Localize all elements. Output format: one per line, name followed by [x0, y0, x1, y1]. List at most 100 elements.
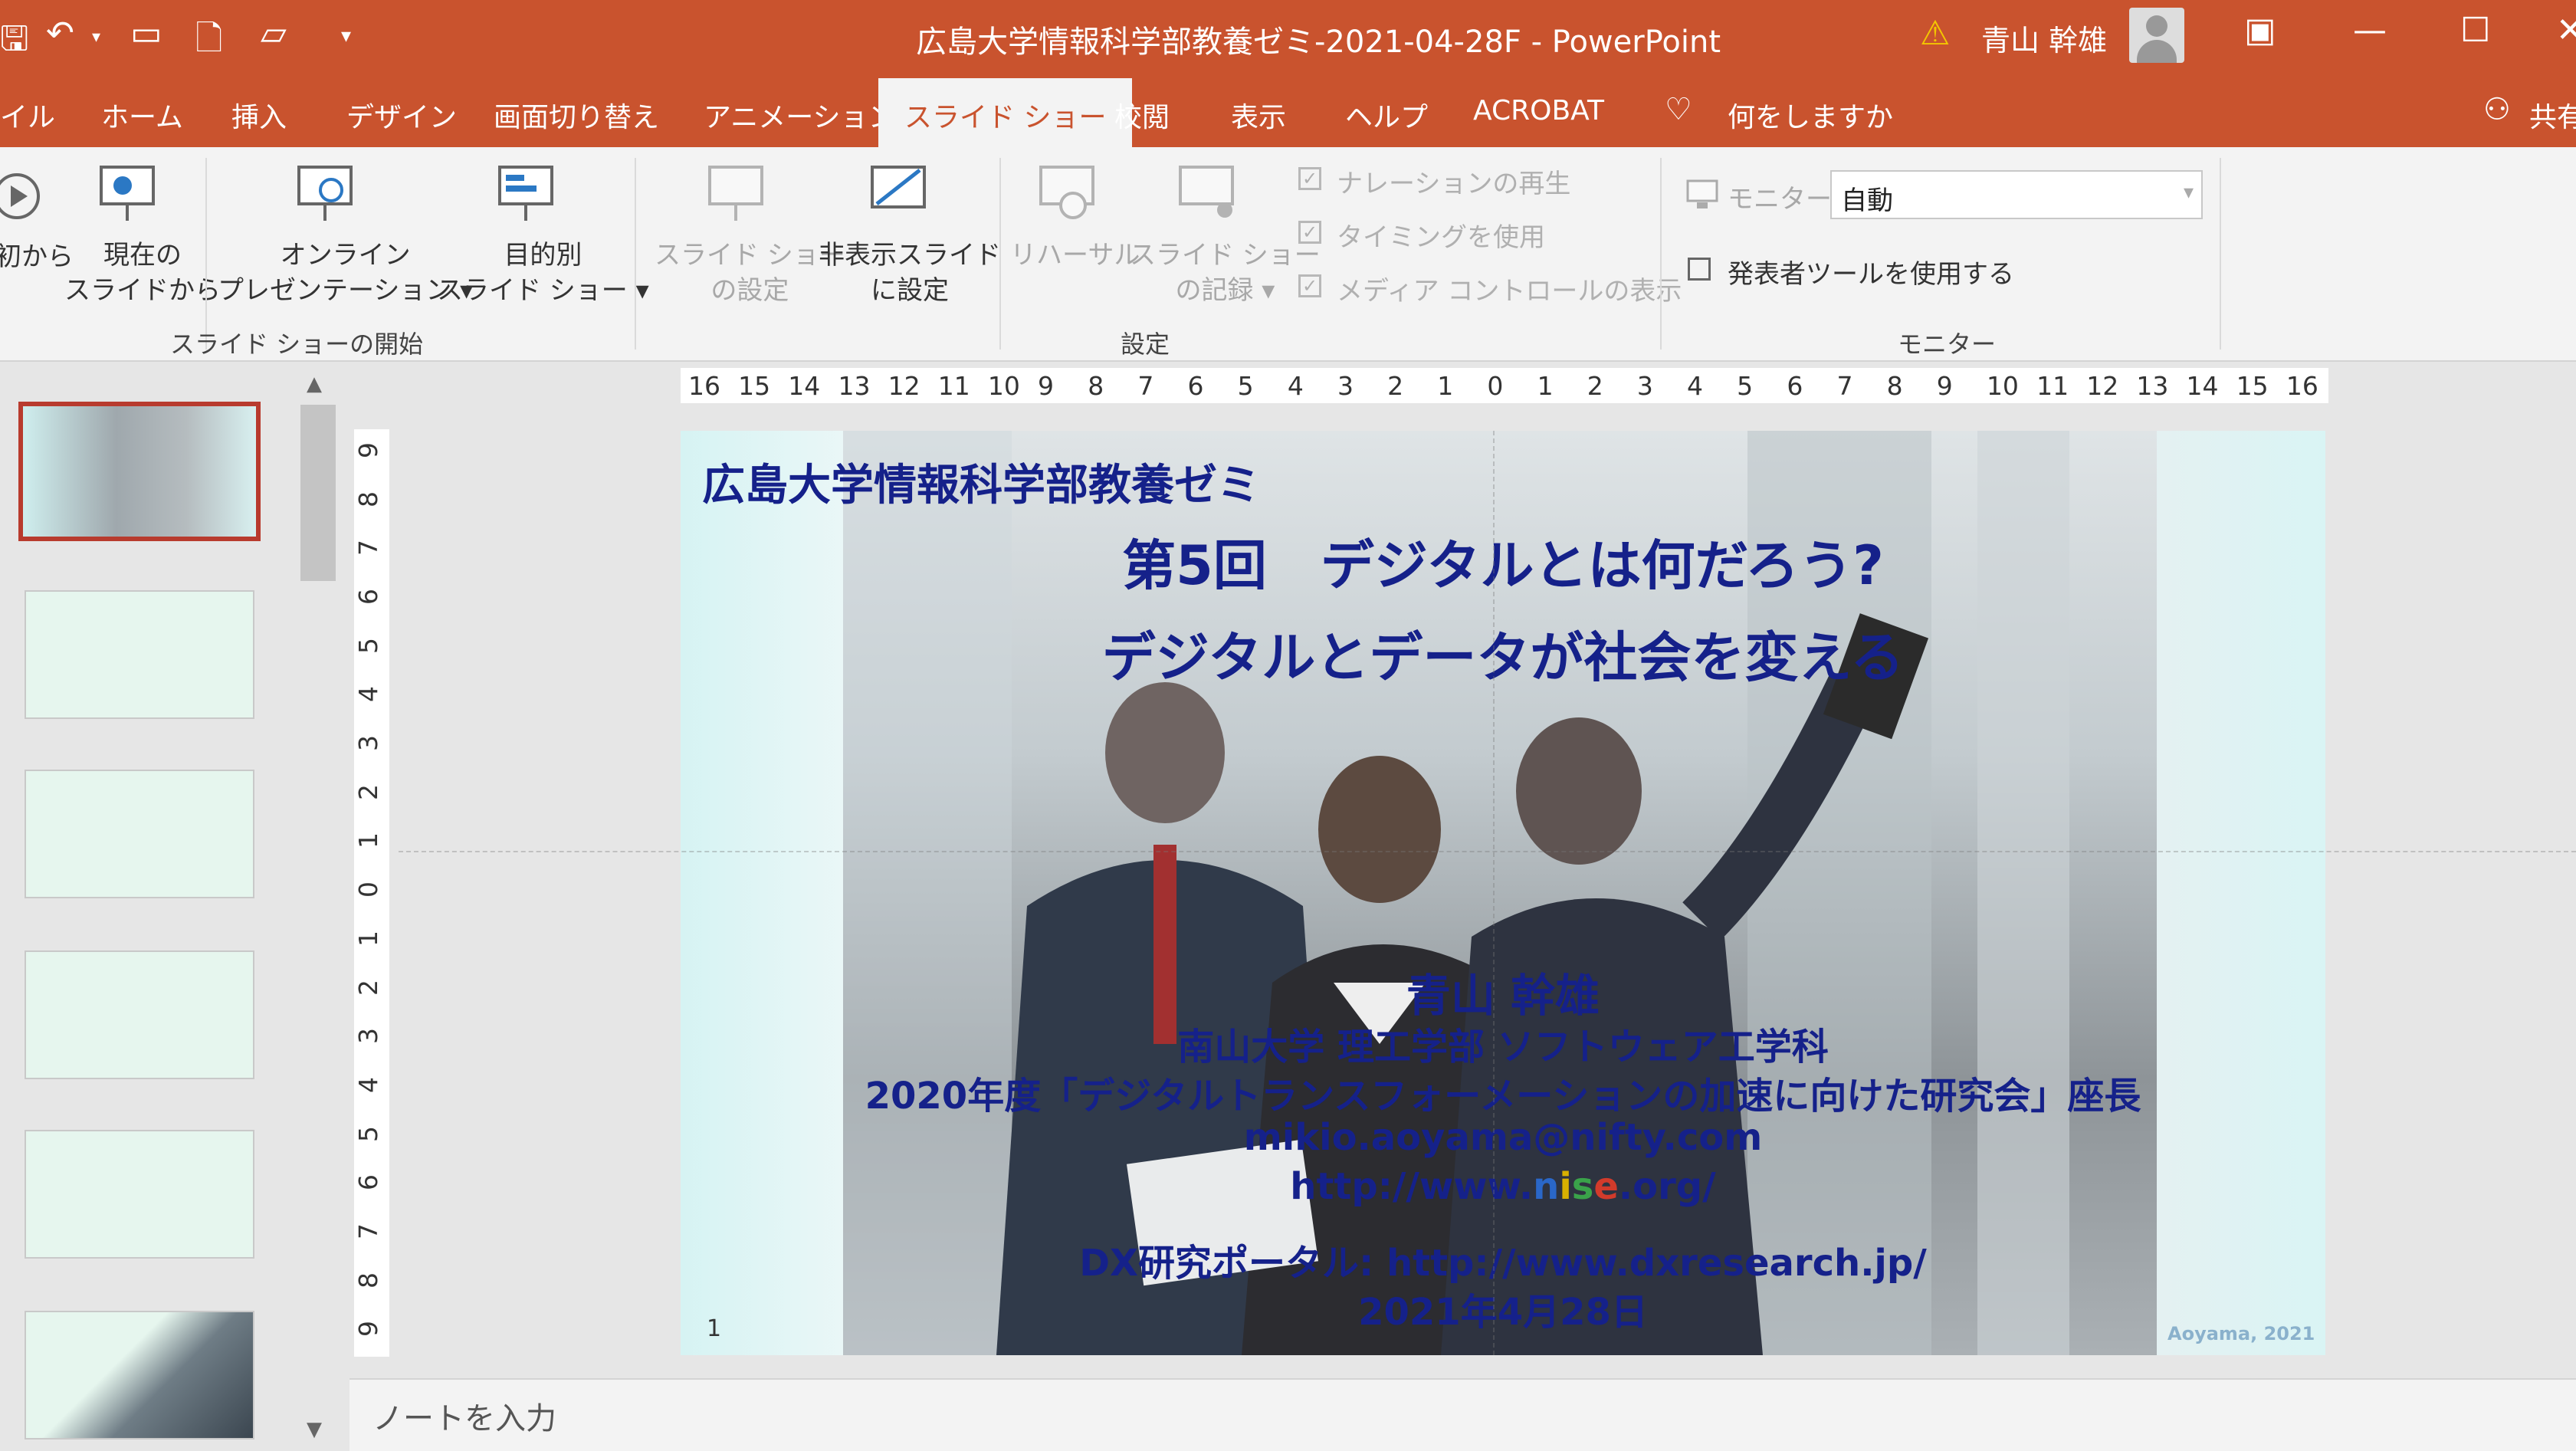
slide-title-line1[interactable]: 第5回 デジタルとは何だろう?: [681, 523, 2325, 600]
author-role[interactable]: 2020年度「デジタルトランスフォーメーションの加速に向けた研究会」座長: [681, 1065, 2325, 1119]
start-slideshow-icon[interactable]: ▭: [130, 14, 162, 53]
minimize-icon[interactable]: —: [2353, 11, 2387, 50]
tab-design[interactable]: デザイン: [346, 95, 457, 135]
slide-thumbnail-5[interactable]: [25, 1130, 254, 1259]
author-name[interactable]: 青山 幹雄: [681, 960, 2325, 1024]
tab-view[interactable]: 表示: [1231, 95, 1286, 135]
ruler-tick-label: 9: [1936, 371, 1953, 401]
notes-pane[interactable]: ノートを入力: [349, 1378, 2576, 1451]
play-narration-checkbox[interactable]: ✓: [1298, 167, 1321, 190]
author-email[interactable]: mikio.aoyama@nifty.com: [681, 1116, 2325, 1159]
ruler-tick-label: 11: [2036, 371, 2069, 401]
monitor-select[interactable]: 自動 ▾: [1830, 170, 2203, 219]
slide-date[interactable]: 2021年4月28日: [681, 1282, 2325, 1335]
slide-header[interactable]: 広島大学情報科学部教養ゼミ: [702, 451, 1260, 513]
tab-help[interactable]: ヘルプ: [1345, 95, 1428, 135]
print-preview-icon[interactable]: 🗋: [195, 14, 222, 71]
avatar[interactable]: [2129, 8, 2184, 63]
hide-slide-button[interactable]: 非表示スライド に設定: [819, 238, 1001, 308]
hide-line2: に設定: [871, 275, 949, 306]
slide-thumbnail-4[interactable]: [25, 950, 254, 1079]
tab-animations[interactable]: アニメーション: [704, 95, 896, 135]
ruler-tick-label: 3: [1337, 371, 1354, 401]
share-button[interactable]: 共有: [2529, 95, 2576, 135]
chevron-down-icon: ▾: [2183, 181, 2194, 204]
from-beginning-button[interactable]: 初から: [0, 239, 74, 274]
undo-icon[interactable]: ↶: [46, 14, 74, 53]
close-icon[interactable]: ✕: [2556, 11, 2576, 50]
ruler-tick-label: 9: [1038, 371, 1055, 401]
maximize-icon[interactable]: ☐: [2460, 11, 2490, 50]
ruler-tick-label: 11: [937, 371, 970, 401]
slide-title-line2[interactable]: デジタルとデータが社会を変える: [681, 615, 2325, 692]
presenter-view-checkbox[interactable]: [1688, 258, 1711, 281]
from-current-line2: スライドから: [64, 275, 221, 306]
nise-url[interactable]: http://www.nise.org/: [681, 1165, 2325, 1208]
group-label-start: スライド ショーの開始: [170, 330, 424, 359]
tab-insert[interactable]: 挿入: [231, 95, 287, 135]
tab-slideshow[interactable]: スライド ショー: [878, 78, 1133, 147]
ruler-tick-label: 7: [353, 1223, 383, 1239]
custom-slideshow-icon[interactable]: [494, 162, 558, 227]
from-current-slide-button[interactable]: 現在の スライドから: [64, 238, 221, 308]
undo-dropdown-icon[interactable]: ▾: [92, 28, 100, 47]
tab-acrobat[interactable]: ACROBAT: [1473, 95, 1604, 126]
author-affiliation[interactable]: 南山大学 理工学部 ソフトウェア工学科: [681, 1016, 2325, 1070]
rehearse-timings-icon[interactable]: [1035, 162, 1099, 227]
scroll-down-icon[interactable]: ▼: [307, 1418, 322, 1441]
open-icon[interactable]: ▱: [261, 14, 287, 53]
dx-portal[interactable]: DX研究ポータル: http://www.dxresearch.jp/: [681, 1233, 2325, 1286]
lightbulb-icon[interactable]: ♡: [1665, 92, 1692, 127]
customize-qat-icon[interactable]: ▾: [341, 25, 351, 48]
separator: [2220, 158, 2221, 350]
separator: [1660, 158, 1662, 350]
vertical-guide[interactable]: [1493, 431, 1495, 1355]
ruler-tick-label: 6: [1787, 371, 1803, 401]
warning-icon[interactable]: ⚠: [1920, 14, 1950, 53]
tab-file[interactable]: イル: [0, 95, 55, 135]
record-slideshow-button[interactable]: スライド ショー の記録 ▾: [1130, 238, 1321, 308]
ruler-tick-label: 12: [888, 371, 920, 401]
ruler-tick-label: 0: [1487, 371, 1504, 401]
from-current-slide-icon[interactable]: [95, 162, 159, 227]
slide-canvas[interactable]: 広島大学情報科学部教養ゼミ 第5回 デジタルとは何だろう? デジタルとデータが社…: [681, 431, 2325, 1355]
slide-thumbnail-2[interactable]: [25, 590, 254, 719]
scrollbar-thumb[interactable]: [300, 405, 336, 581]
nise-url-s: s: [1571, 1165, 1594, 1208]
hide-slide-icon[interactable]: [866, 162, 930, 227]
tab-review[interactable]: 校閲: [1114, 95, 1170, 135]
record-slideshow-icon[interactable]: [1174, 162, 1239, 227]
use-timings-checkbox[interactable]: ✓: [1298, 221, 1321, 244]
ribbon-tabs: イル ホーム 挿入 デザイン 画面切り替え アニメーション スライド ショー 校…: [0, 77, 2576, 147]
slide-thumbnail-3[interactable]: [25, 770, 254, 898]
ribbon-display-options-icon[interactable]: ▣: [2244, 11, 2276, 50]
ruler-tick-label: 6: [1187, 371, 1204, 401]
from-current-line1: 現在の: [103, 240, 182, 271]
rehearse-timings-button[interactable]: リハーサル: [1010, 238, 1140, 273]
thumbnail-scrollbar[interactable]: ▲ ▼: [300, 368, 336, 1449]
share-icon[interactable]: ⚇: [2483, 92, 2511, 127]
slide-thumbnail-6[interactable]: [25, 1311, 254, 1440]
custom-slideshow-button[interactable]: 目的別 スライド ショー ▾: [437, 238, 649, 308]
scroll-up-icon[interactable]: ▲: [307, 373, 322, 396]
horizontal-ruler: 16 15 14 13 12 11 10 9 8 7 6 5 4 3 2 1 0 1 2 3 4 5 6 7 8 9 10 11 12 1…: [681, 368, 2328, 403]
online-presentation-button[interactable]: オンライン プレゼンテーション ▾: [218, 238, 473, 308]
ruler-tick-label: 14: [2186, 371, 2219, 401]
slide-number: 1: [707, 1315, 722, 1342]
save-icon[interactable]: 🖫: [0, 14, 29, 71]
tell-me-search[interactable]: 何をしますか: [1728, 95, 1893, 135]
monitor-icon: [1686, 179, 1718, 208]
slide-thumbnail-1[interactable]: [18, 402, 261, 541]
tab-home[interactable]: ホーム: [101, 95, 183, 135]
ruler-tick-label: 7: [1137, 371, 1154, 401]
setup-slideshow-icon[interactable]: [704, 162, 768, 227]
from-beginning-icon[interactable]: [0, 164, 49, 228]
horizontal-guide[interactable]: [399, 851, 2576, 852]
notes-placeholder[interactable]: ノートを入力: [372, 1394, 556, 1438]
nise-url-e: e: [1593, 1165, 1619, 1208]
setup-slideshow-button[interactable]: スライド ショー の設定: [655, 238, 845, 308]
user-name[interactable]: 青山 幹雄: [1981, 17, 2107, 59]
show-media-controls-checkbox[interactable]: ✓: [1298, 274, 1321, 297]
tab-transitions[interactable]: 画面切り替え: [494, 95, 659, 135]
online-presentation-icon[interactable]: [293, 162, 357, 227]
